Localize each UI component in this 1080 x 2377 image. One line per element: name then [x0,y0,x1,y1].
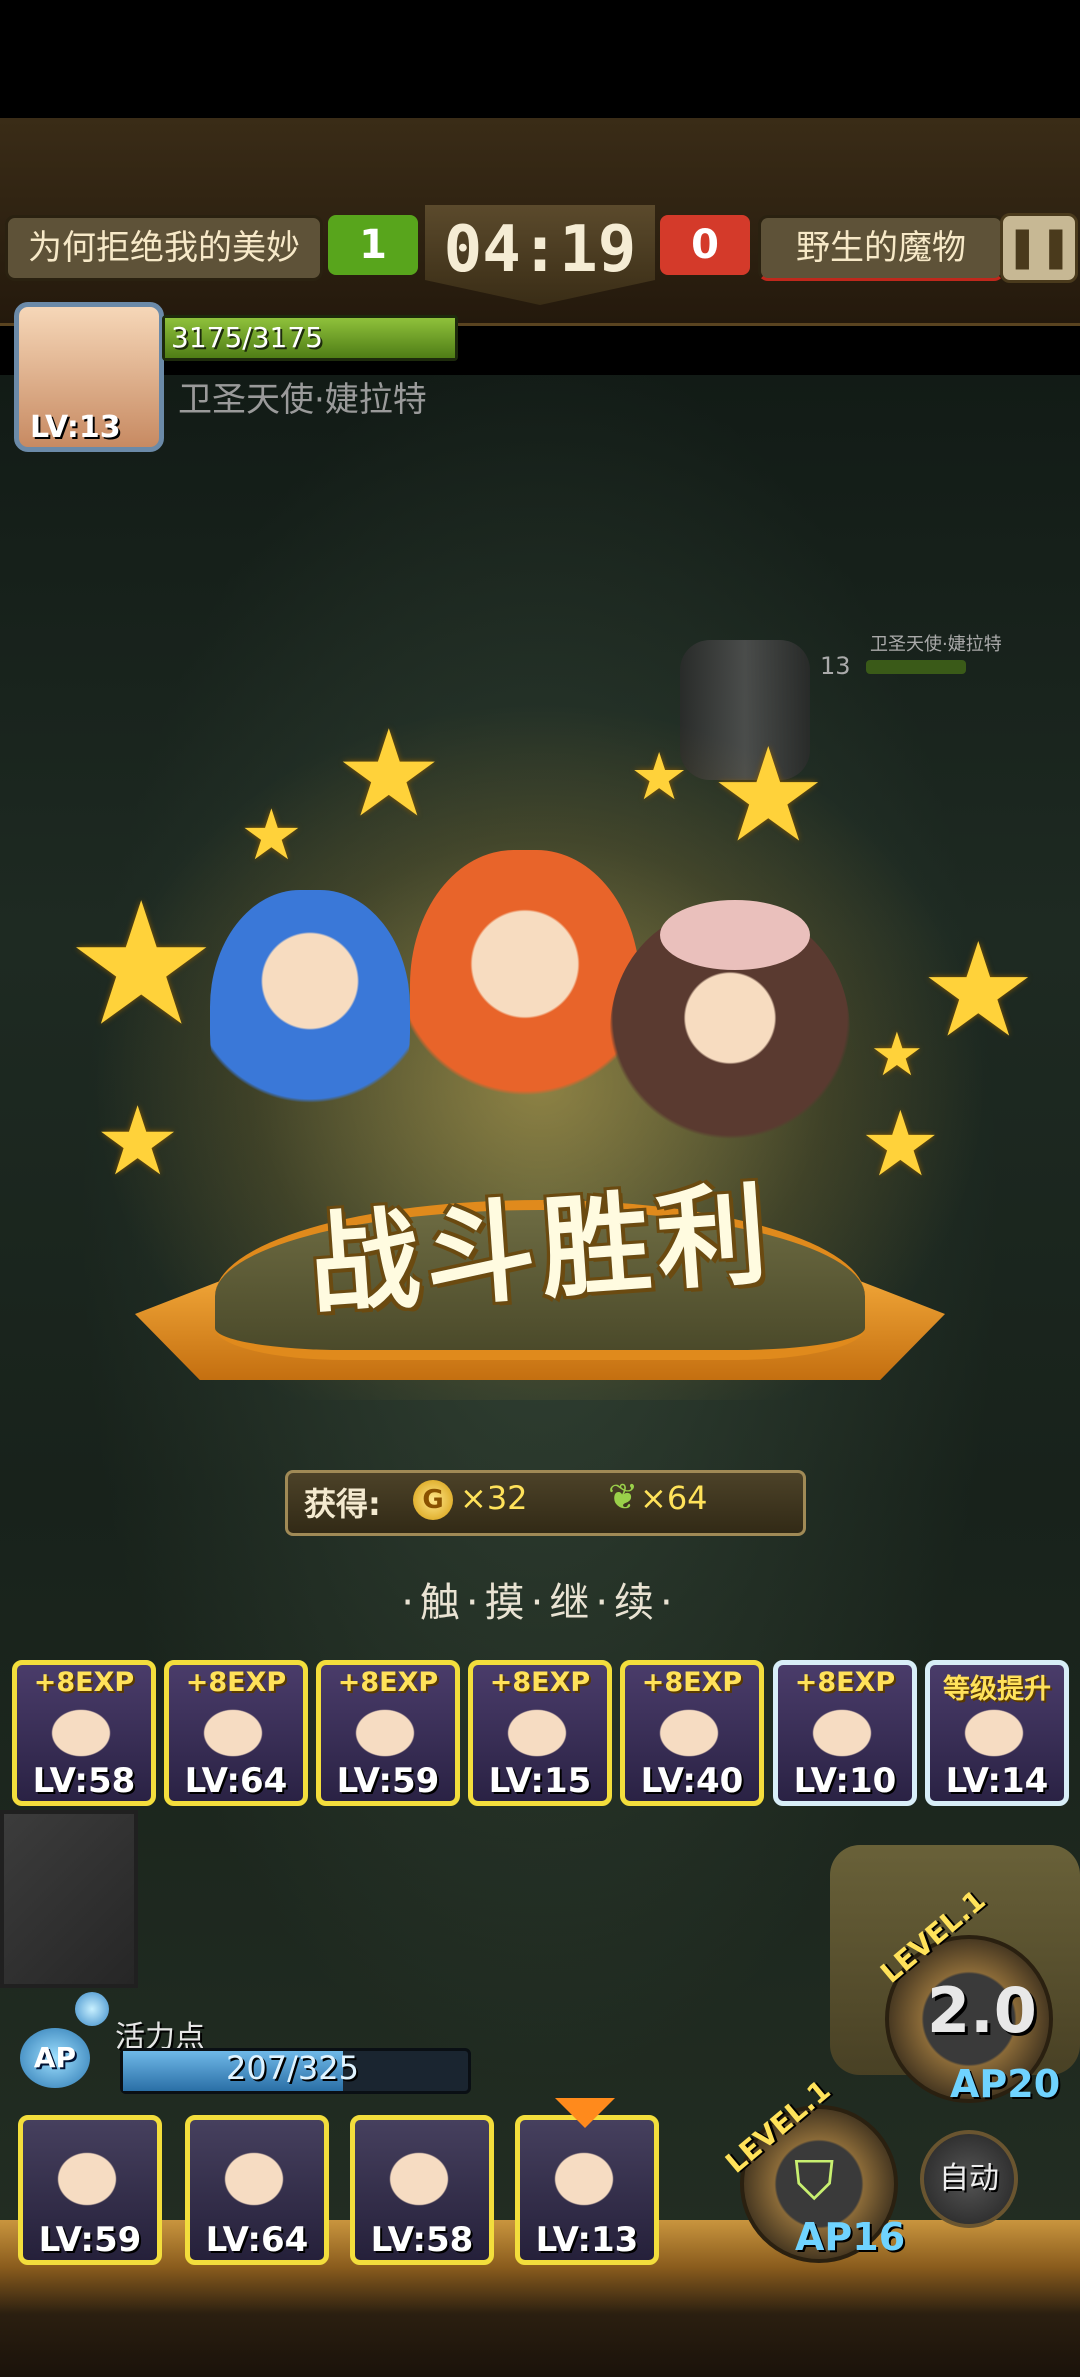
exp-gain-label: 等级提升 [943,1674,1051,1705]
boss-level: LV:13 [30,410,121,445]
party-hero-card[interactable]: LV:58 [350,2115,494,2265]
top-black-band [0,0,1080,118]
pause-button[interactable]: ❚❚ [1000,213,1078,283]
left-score-value: 1 [359,222,387,268]
star-icon: ★ [95,1087,181,1197]
enemy-field-level: 13 [820,652,851,680]
victory-heroes [200,850,880,1180]
exp-card: +8EXP LV:58 [12,1660,156,1806]
boss-name: 卫圣天使·婕拉特 [178,380,427,420]
exp-card: +8EXP LV:64 [164,1660,308,1806]
exp-gain-label: +8EXP [33,1667,135,1698]
exp-gain-label: +8EXP [794,1667,896,1698]
hero-level: LV:10 [793,1761,897,1801]
right-team-name: 野生的魔物 [758,215,1004,281]
right-team-score: 0 [660,215,750,275]
hero-portrait [37,2134,137,2224]
hero-level: LV:58 [32,1761,136,1801]
boss-hp-bar: 3175/3175 [162,315,458,361]
auto-label: 自动 [939,2161,999,2196]
party-hero-card[interactable]: LV:59 [18,2115,162,2265]
speed-value: 2.0 [927,1974,1037,2047]
hero-level: LV:14 [945,1761,1049,1801]
hero-level: LV:59 [336,1761,440,1801]
party-hero-card[interactable]: LV:64 [185,2115,329,2265]
hero-level: LV:40 [640,1761,744,1801]
reward-panel: 获得: G ×32 ❦ ×64 [285,1470,806,1536]
left-team-name: 为何拒绝我的美妙 [5,215,323,281]
hero-portrait [369,2134,469,2224]
left-team-score: 1 [328,215,418,275]
hero-portrait [204,2134,304,2224]
hero-orange-boy [410,850,640,1150]
enemy-field-hp [866,660,966,674]
star-icon: ★ [335,705,443,844]
exp-gain-label: +8EXP [337,1667,439,1698]
shield-icon: ⛉ [794,2149,835,2212]
touch-to-continue[interactable]: ·触·摸·继·续· [320,1570,760,1628]
feather-amount: ×64 [640,1479,708,1517]
ap-bubble-icon [75,1992,109,2026]
hero-level: LV:64 [184,1761,288,1801]
star-icon: ★ [920,914,1037,1066]
exp-card: +8EXP LV:15 [468,1660,612,1806]
exp-gain-label: +8EXP [641,1667,743,1698]
exp-card: +8EXP LV:40 [620,1660,764,1806]
right-score-value: 0 [691,222,719,268]
auto-button[interactable]: 自动 [920,2130,1018,2228]
exp-card: +8EXP LV:10 [773,1660,917,1806]
hero-portrait [534,2134,634,2224]
boss-hp-text: 3175/3175 [171,321,323,354]
exp-gain-label: +8EXP [489,1667,591,1698]
pause-icon: ❚❚ [1005,224,1073,270]
enemy-field-label: 卫圣天使·婕拉特 13 [810,630,1010,690]
exp-card: 等级提升 LV:14 [925,1660,1069,1806]
hero-blue-catgirl [210,890,410,1150]
star-icon: ★ [65,866,218,1064]
ap-badge: AP [20,2028,90,2088]
exp-card: +8EXP LV:59 [316,1660,460,1806]
coin-amount: ×32 [460,1479,528,1517]
hero-level: LV:58 [370,2220,474,2260]
hero-pink-beret [660,900,810,970]
feather-icon: ❦ [608,1477,639,1518]
skill-ap-cost: AP16 [795,2215,906,2259]
ap-value: 207/325 [226,2049,359,2087]
reward-label: 获得: [304,1485,381,1523]
hero-level: LV:59 [38,2220,142,2260]
gold-coin-icon: G [413,1480,453,1520]
speed-ap-cost: AP20 [950,2062,1061,2106]
hero-level: LV:64 [205,2220,309,2260]
star-icon: ★ [630,740,689,815]
crate-prop [0,1810,138,1988]
exp-gain-label: +8EXP [185,1667,287,1698]
active-hero-arrow-icon [555,2098,615,2128]
hero-level: LV:15 [488,1761,592,1801]
hero-level: LV:13 [535,2220,639,2260]
enemy-field-name: 卫圣天使·婕拉特 [870,634,1002,655]
star-icon: ★ [710,719,827,871]
party-hero-card[interactable]: LV:13 [515,2115,659,2265]
